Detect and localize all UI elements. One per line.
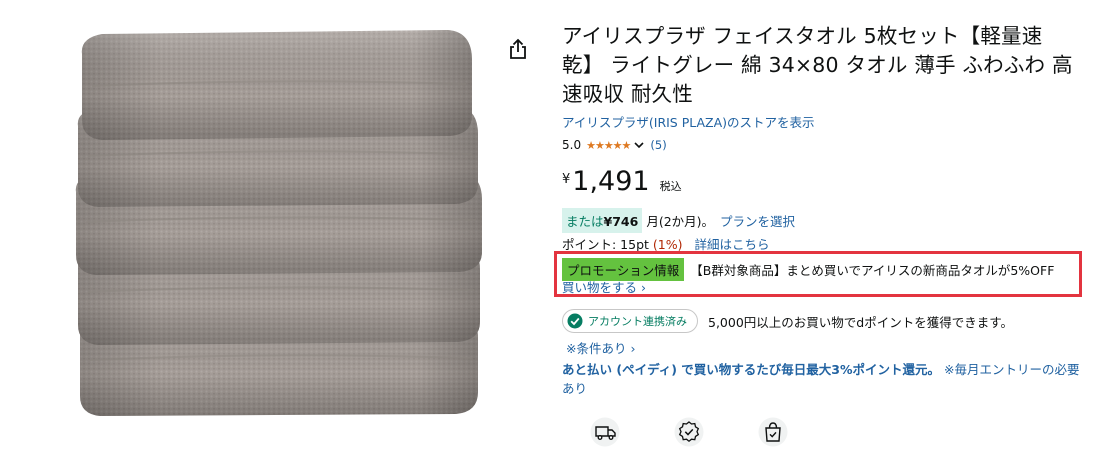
currency-symbol: ¥: [562, 172, 571, 187]
installment-amount: ¥746: [603, 214, 639, 229]
promotion-shop-link[interactable]: 買い物をする ›: [562, 277, 646, 296]
installment-prefix: または: [566, 214, 604, 229]
rating-row: 5.0 ★★★★★ (5): [562, 137, 1082, 153]
product-info: アイリスプラザ フェイスタオル 5枚セット【軽量速乾】 ライトグレー 綿 34×…: [554, 22, 1082, 447]
dpoint-text: 5,000円以上のお買い物でdポイントを獲得できます。: [708, 314, 1013, 330]
product-title: アイリスプラザ フェイスタオル 5枚セット【軽量速乾】 ライトグレー 綿 34×…: [562, 24, 1073, 106]
store-link[interactable]: アイリスプラザ(IRIS PLAZA)のストアを表示: [562, 112, 1082, 131]
account-row: アカウント連携済み 5,000円以上のお買い物でdポイントを獲得できます。: [562, 309, 1013, 333]
chevron-down-icon[interactable]: [634, 141, 644, 149]
tax-label: 税込: [659, 180, 682, 193]
feature-icon-row: [590, 417, 842, 447]
paidy-main-link[interactable]: あと払い (ペイディ) で買い物するたび毎日最大3%ポイント還元。: [562, 362, 940, 377]
star-rating-icon[interactable]: ★★★★★: [586, 139, 631, 152]
points-detail-link[interactable]: 詳細はこちら: [695, 237, 770, 252]
terms-link[interactable]: ※条件あり ›: [566, 338, 635, 357]
installment-suffix: 月(2か月)。: [646, 214, 715, 229]
account-linked-label: アカウント連携済み: [588, 315, 687, 328]
points-label: ポイント: 15pt: [562, 237, 649, 252]
price-row: ¥ 1,491 税込: [562, 167, 1082, 201]
rating-value: 5.0: [562, 138, 582, 152]
delivery-truck-icon[interactable]: [590, 417, 620, 447]
share-icon[interactable]: [508, 38, 528, 60]
installment-row: または¥746 月(2か月)。 プランを選択: [562, 208, 795, 233]
points-percent: (1%): [652, 237, 683, 252]
price-amount: 1,491: [572, 166, 650, 197]
review-count-link[interactable]: (5): [650, 138, 666, 152]
plan-select-link[interactable]: プランを選択: [720, 211, 795, 230]
installment-badge: または¥746: [562, 208, 643, 233]
promotion-text: 【B群対象商品】まとめ買いでアイリスの新商品タオルが5%OFF: [690, 263, 1055, 278]
secure-bag-icon[interactable]: [758, 417, 788, 447]
check-circle-icon: [567, 313, 583, 329]
account-linked-badge[interactable]: アカウント連携済み: [562, 309, 698, 333]
product-image[interactable]: [60, 20, 500, 430]
paidy-row: あと払い (ペイディ) で買い物するたび毎日最大3%ポイント還元。 ※毎月エント…: [562, 360, 1082, 398]
quality-badge-icon[interactable]: [674, 417, 704, 447]
